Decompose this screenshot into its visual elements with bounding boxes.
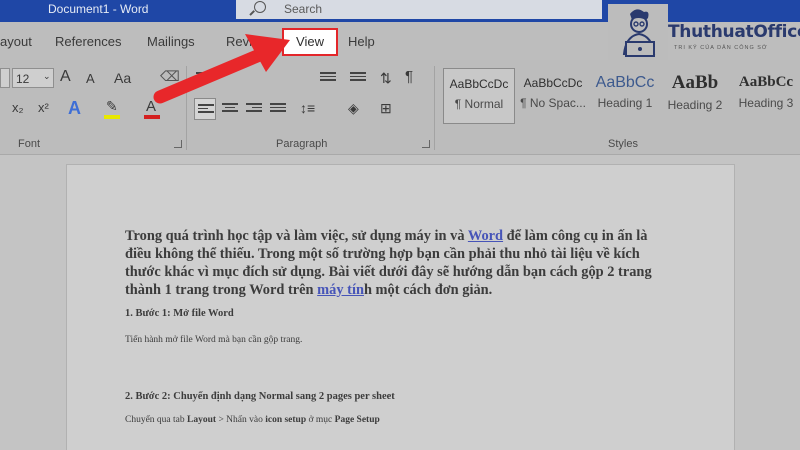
grow-font-button[interactable]: A xyxy=(60,68,71,86)
tab-help[interactable]: Help xyxy=(348,34,375,49)
style-card: AaBbCcDc ¶ Normal xyxy=(444,77,514,125)
step2-heading: 2. Bước 2: Chuyển định dạng Normal sang … xyxy=(125,391,395,402)
word-link[interactable]: Word xyxy=(468,228,503,244)
step2-text-part: Chuyển qua tab xyxy=(125,415,188,425)
search-box[interactable]: Search xyxy=(236,0,602,19)
tab-view[interactable]: View xyxy=(282,28,338,56)
mascot-icon xyxy=(608,4,668,62)
window-title: Document1 - Word xyxy=(48,2,149,16)
intro-paragraph[interactable]: Trong quá trình học tập và làm việc, sử … xyxy=(125,227,665,299)
font-color-bar xyxy=(144,115,160,119)
font-color-button[interactable]: A xyxy=(142,98,162,120)
search-icon xyxy=(254,1,266,13)
sort-icon[interactable]: ⇅ xyxy=(380,70,392,87)
change-case-button[interactable]: Aa xyxy=(114,70,131,86)
step2-text-bold: icon setup xyxy=(265,415,307,425)
paragraph-group-label: Paragraph xyxy=(276,138,328,150)
style-name: Heading 2 xyxy=(667,98,723,112)
paragraph-dialog-launcher[interactable] xyxy=(422,140,430,148)
style-sample: AaBbCc xyxy=(595,74,655,91)
document-area[interactable]: Trong quá trình học tập và làm việc, sử … xyxy=(0,156,800,450)
align-left-icon xyxy=(198,104,214,116)
subscript-button[interactable]: x₂ xyxy=(12,100,24,115)
style-sample: AaBbCc xyxy=(738,74,794,90)
highlight-button[interactable]: ✎ xyxy=(102,98,122,120)
style-heading-2[interactable]: AaBb Heading 2 xyxy=(662,72,728,122)
increase-indent-icon[interactable] xyxy=(350,72,366,84)
thuthuatoffice-logo: ThuthuatOffice TRI KỶ CỦA DÂN CÔNG SỞ xyxy=(608,4,800,64)
tab-references[interactable]: References xyxy=(55,34,121,49)
chevron-down-icon: ⌄ xyxy=(43,71,51,81)
align-right-icon[interactable] xyxy=(246,103,262,115)
style-no-spacing[interactable]: AaBbCcDc ¶ No Spac... xyxy=(518,74,588,122)
style-name: ¶ No Spac... xyxy=(520,96,586,110)
logo-tagline: TRI KỶ CỦA DÂN CÔNG SỞ xyxy=(674,45,768,51)
shrink-font-button[interactable]: A xyxy=(86,71,95,86)
font-color-icon: A xyxy=(146,98,157,115)
decrease-indent-icon[interactable] xyxy=(320,72,336,84)
document-page[interactable]: Trong quá trình học tập và làm việc, sử … xyxy=(66,164,735,450)
style-name: Heading 1 xyxy=(597,96,653,110)
show-marks-button[interactable]: ¶ xyxy=(405,68,413,85)
styles-group-label: Styles xyxy=(608,138,638,150)
font-size-value: 12 xyxy=(16,72,30,86)
intro-text: Trong quá trình học tập và làm việc, sử … xyxy=(125,228,468,244)
highlighter-icon: ✎ xyxy=(106,98,118,114)
group-separator xyxy=(186,66,187,150)
bullets-icon[interactable] xyxy=(196,72,212,84)
superscript-button[interactable]: x² xyxy=(38,100,49,115)
style-normal[interactable]: AaBbCcDc ¶ Normal xyxy=(443,68,515,124)
logo-brand: ThuthuatOffice xyxy=(668,22,800,42)
search-placeholder: Search xyxy=(284,2,323,16)
font-size-dropdown[interactable]: 12 ⌄ xyxy=(12,68,54,88)
step2-text-bold: Layout xyxy=(187,415,217,425)
style-sample: AaBb xyxy=(671,72,719,93)
step2-text-part: ở mục xyxy=(306,415,335,425)
step2-text-bold: Page Setup xyxy=(334,415,380,425)
highlight-color-bar xyxy=(104,115,120,119)
style-heading-1[interactable]: AaBbCc Heading 1 xyxy=(592,74,658,122)
may-tinh-link[interactable]: máy tín xyxy=(317,282,364,298)
step2-text: Chuyển qua tab Layout > Nhấn vào icon se… xyxy=(125,415,380,425)
justify-icon[interactable] xyxy=(270,103,286,115)
ribbon: 12 ⌄ A A Aa ⌫ x₂ x² A ✎ A Font ⇅ ¶ ↕≡ ◈ … xyxy=(0,60,800,155)
style-sample: AaBbCcDc xyxy=(523,76,583,90)
line-spacing-icon[interactable]: ↕≡ xyxy=(300,100,315,116)
align-center-icon[interactable] xyxy=(222,103,238,115)
style-heading-3[interactable]: AaBbCc Heading 3 xyxy=(734,74,798,122)
font-group-label: Font xyxy=(18,138,41,150)
step1-heading: 1. Bước 1: Mở file Word xyxy=(125,308,234,319)
step2-text-part: > Nhấn vào xyxy=(216,415,266,425)
font-dialog-launcher[interactable] xyxy=(174,140,182,148)
align-left-button[interactable] xyxy=(194,98,216,120)
style-name: ¶ Normal xyxy=(454,97,504,111)
tab-layout[interactable]: ayout xyxy=(0,34,32,49)
step1-text: Tiến hành mở file Word mà bạn cần gộp tr… xyxy=(125,335,303,345)
clear-formatting-icon[interactable]: ⌫ xyxy=(160,68,180,85)
font-name-dropdown[interactable] xyxy=(0,68,10,88)
borders-icon[interactable]: ⊞ xyxy=(380,100,392,117)
group-separator xyxy=(434,66,435,150)
text-effects-button[interactable]: A xyxy=(68,98,81,119)
style-name: Heading 3 xyxy=(738,96,794,110)
tab-review[interactable]: Review xyxy=(226,34,269,49)
shading-icon[interactable]: ◈ xyxy=(348,100,359,117)
style-sample: AaBbCcDc xyxy=(449,77,509,91)
intro-text: h một cách đơn giản. xyxy=(363,282,493,298)
tab-mailings[interactable]: Mailings xyxy=(147,34,195,49)
